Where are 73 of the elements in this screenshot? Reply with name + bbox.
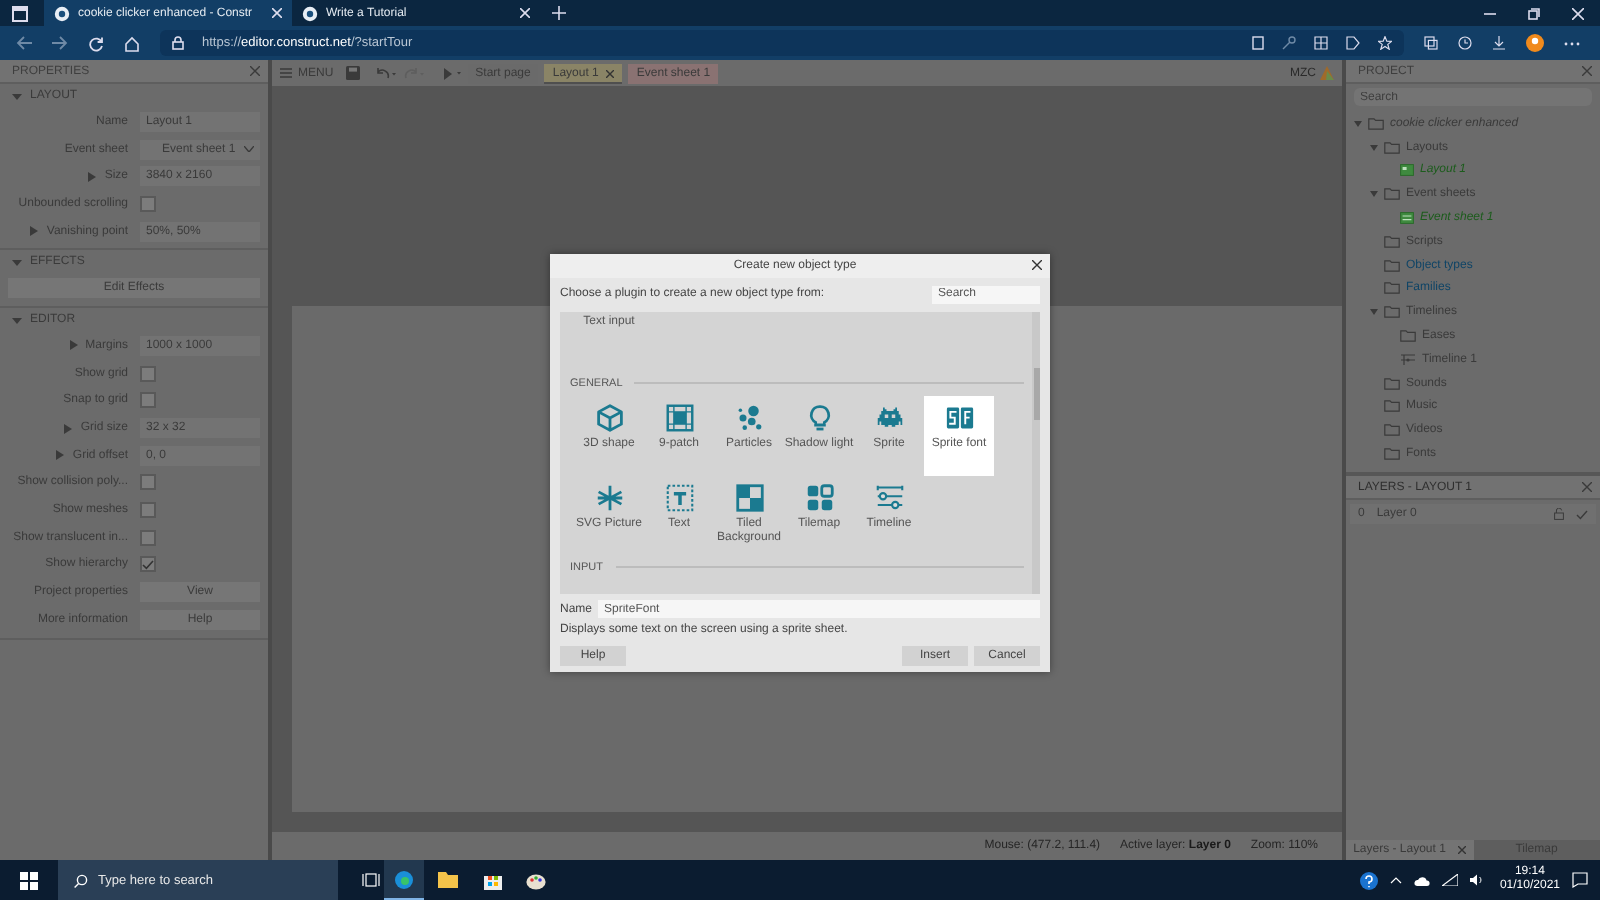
- expand-icon[interactable]: [69, 340, 78, 351]
- section-toggle-icon[interactable]: [12, 257, 22, 268]
- chevron-up-icon[interactable]: [1389, 876, 1402, 884]
- timeline-icon: [1400, 353, 1416, 366]
- visible-check-icon[interactable]: [1576, 509, 1588, 519]
- profile-avatar-icon[interactable]: [1526, 34, 1544, 52]
- new-tab-icon[interactable]: [552, 6, 566, 20]
- checkbox[interactable]: [140, 474, 156, 491]
- expand-icon[interactable]: [88, 171, 97, 182]
- tiled-square-icon: [735, 483, 763, 512]
- scrollbar-thumb[interactable]: [1033, 367, 1039, 420]
- asterisk-icon: [595, 483, 623, 512]
- start-icon[interactable]: [20, 871, 38, 889]
- help-icon[interactable]: [1359, 871, 1378, 889]
- caret-icon[interactable]: [244, 146, 254, 153]
- event-sheet-icon: [1400, 212, 1414, 225]
- sprite-font-icon: [945, 403, 973, 432]
- history-icon[interactable]: [1458, 36, 1472, 50]
- site-icon: [54, 5, 70, 21]
- checkbox[interactable]: [140, 195, 156, 212]
- cube-icon: [595, 403, 623, 432]
- checkbox[interactable]: [140, 529, 156, 546]
- checkbox[interactable]: [140, 365, 156, 382]
- checkbox[interactable]: [140, 502, 156, 519]
- nine-patch-grid-icon: [665, 403, 693, 432]
- expand-icon[interactable]: [30, 226, 39, 237]
- checkbox[interactable]: [140, 392, 156, 409]
- lock-icon[interactable]: [172, 36, 184, 50]
- edit-icon[interactable]: [1346, 36, 1360, 50]
- section-toggle-icon[interactable]: [12, 91, 22, 101]
- folder-icon: [1384, 188, 1400, 201]
- close-icon[interactable]: [1032, 260, 1042, 271]
- download-icon[interactable]: [1492, 36, 1506, 50]
- network-icon[interactable]: [1441, 874, 1458, 886]
- checkbox[interactable]: [140, 556, 156, 573]
- light-bulb-icon: [805, 403, 833, 432]
- volume-icon[interactable]: [1469, 874, 1484, 886]
- play-icon[interactable]: [443, 67, 462, 79]
- menu-icon[interactable]: [280, 68, 292, 78]
- notification-icon[interactable]: [1572, 872, 1588, 888]
- star-icon[interactable]: [1378, 36, 1392, 50]
- key-icon[interactable]: [1282, 36, 1296, 50]
- text-frame-icon: [665, 483, 693, 512]
- four-squares-icon: [805, 483, 833, 512]
- task-view-icon[interactable]: [362, 872, 380, 888]
- section-toggle-icon[interactable]: [12, 315, 22, 326]
- expand-icon[interactable]: [64, 423, 73, 434]
- edge-browser-icon[interactable]: [384, 860, 424, 900]
- expand-icon[interactable]: [1370, 190, 1378, 199]
- layout-icon: [1400, 164, 1414, 177]
- forward-arrow-icon[interactable]: [52, 36, 68, 50]
- space-invader-icon: [875, 403, 903, 432]
- logo-icon: [1320, 66, 1334, 80]
- tab-actions-icon[interactable]: [12, 5, 28, 21]
- site-icon: [302, 5, 318, 21]
- timeline-icon: [875, 483, 903, 512]
- back-arrow-icon[interactable]: [16, 36, 32, 50]
- restore-icon[interactable]: [1528, 7, 1540, 19]
- search-icon: [74, 873, 88, 887]
- apps-icon[interactable]: [1314, 36, 1328, 50]
- reading-view-icon[interactable]: [1252, 36, 1264, 50]
- home-icon[interactable]: [124, 35, 140, 51]
- save-icon[interactable]: [345, 66, 360, 80]
- expand-icon[interactable]: [1370, 308, 1378, 317]
- undo-icon[interactable]: [375, 67, 396, 79]
- particles-icon: [735, 403, 763, 432]
- expand-icon[interactable]: [56, 450, 65, 461]
- collections-icon[interactable]: [1424, 36, 1438, 50]
- cloud-icon[interactable]: [1413, 875, 1430, 885]
- expand-icon[interactable]: [1370, 143, 1378, 152]
- minimize-icon[interactable]: [1484, 7, 1496, 19]
- refresh-icon[interactable]: [88, 35, 104, 51]
- expand-icon[interactable]: [1354, 119, 1362, 128]
